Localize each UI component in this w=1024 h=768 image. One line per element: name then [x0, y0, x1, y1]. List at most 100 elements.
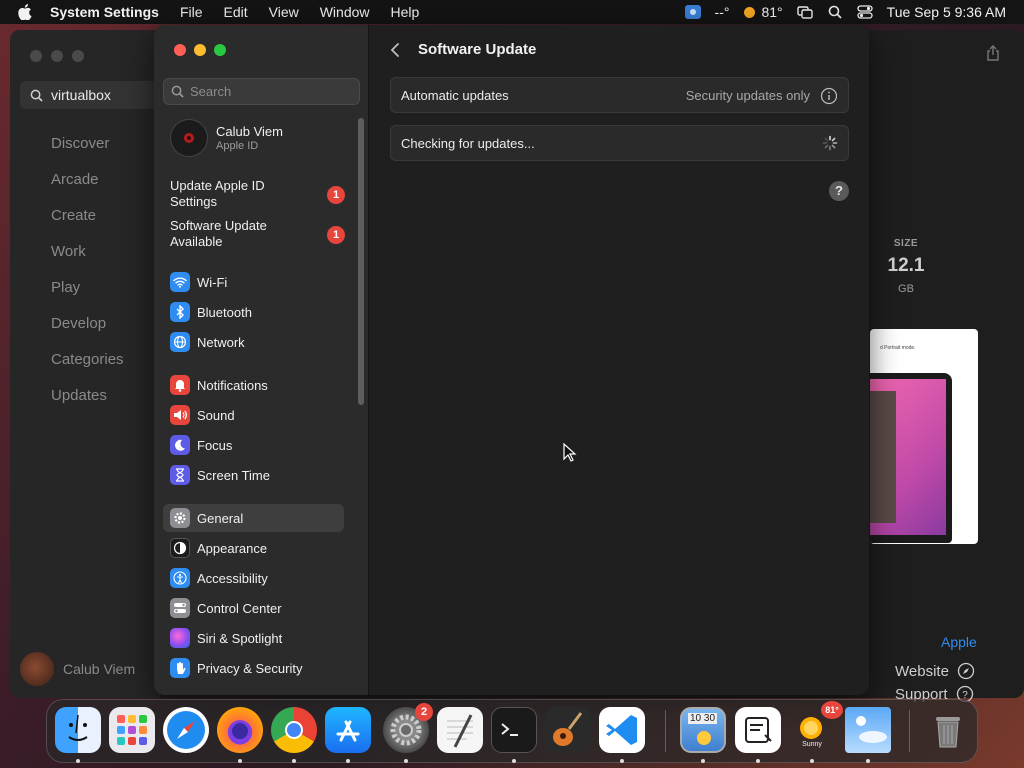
minimize-button[interactable]: [194, 44, 206, 56]
dock-trash[interactable]: [925, 707, 971, 753]
help-button[interactable]: ?: [829, 181, 849, 201]
nav-work[interactable]: Work: [51, 243, 124, 279]
app-menu[interactable]: System Settings: [50, 4, 159, 20]
automatic-updates-row: Automatic updates Security updates only: [390, 77, 849, 113]
sidebar-item-accessibility[interactable]: Accessibility: [163, 564, 344, 592]
dock-finder[interactable]: [55, 707, 101, 753]
apple-menu-icon[interactable]: [18, 4, 36, 20]
nav-arcade[interactable]: Arcade: [51, 171, 124, 207]
dock-chrome[interactable]: [271, 707, 317, 753]
sidebar-item-label: Sound: [197, 407, 235, 423]
sky-image-icon: [856, 716, 887, 743]
software-update-available-item[interactable]: Software Update Available 1: [170, 218, 345, 250]
dock-preview-image[interactable]: [845, 707, 891, 753]
share-icon[interactable]: [986, 45, 1000, 61]
sidebar-item-label: Siri & Spotlight: [197, 630, 283, 646]
sidebar-item-general[interactable]: General: [163, 504, 344, 532]
app-store-search-field[interactable]: virtualbox: [20, 81, 170, 109]
calendar-time-text: 10 30: [688, 713, 718, 724]
terminal-icon: [501, 723, 518, 736]
settings-search-field[interactable]: [163, 78, 360, 105]
nav-discover[interactable]: Discover: [51, 135, 124, 171]
sidebar-item-sound[interactable]: Sound: [163, 401, 344, 429]
clock[interactable]: Tue Sep 5 9:36 AM: [887, 4, 1006, 20]
sidebar-item-bluetooth[interactable]: Bluetooth: [163, 298, 344, 326]
facetime-window: [870, 391, 896, 523]
sidebar-item-label: Wi-Fi: [197, 274, 228, 290]
running-indicator: [238, 759, 242, 763]
temperature-status[interactable]: 81°: [743, 4, 783, 20]
search-input[interactable]: [190, 84, 350, 99]
trash-icon: [936, 717, 960, 748]
size-value: 12.1: [887, 255, 925, 276]
zoom-button[interactable]: [214, 44, 226, 56]
sidebar-item-screen-time[interactable]: Screen Time: [163, 461, 344, 489]
back-chevron-icon[interactable]: [390, 42, 400, 58]
website-link[interactable]: Website: [895, 662, 975, 680]
weather-widget-icon[interactable]: [684, 5, 701, 19]
control-center-menu-icon[interactable]: [857, 5, 873, 19]
notification-badge: 1: [327, 186, 345, 204]
view-menu[interactable]: View: [269, 4, 299, 20]
dock-firefox[interactable]: [217, 707, 263, 753]
dock-weather-window[interactable]: 10 30: [680, 707, 726, 753]
edit-menu[interactable]: Edit: [224, 4, 248, 20]
file-menu[interactable]: File: [180, 4, 203, 20]
dock: 2 10 30 Sunny 81°: [46, 699, 978, 763]
moon-icon: [170, 435, 190, 455]
sidebar-item-appearance[interactable]: Appearance: [163, 534, 344, 562]
developer-link[interactable]: Apple: [941, 634, 977, 650]
dock-safari[interactable]: [163, 707, 209, 753]
app-screenshot[interactable]: d Portrait mode.: [870, 329, 978, 544]
minimize-button[interactable]: [51, 50, 63, 62]
guitar-icon: [553, 712, 583, 746]
gear-icon: [170, 508, 190, 528]
sidebar-scrollbar[interactable]: [358, 118, 364, 405]
profile-subtitle: Apple ID: [216, 140, 259, 152]
spotlight-search-icon[interactable]: [827, 5, 843, 19]
nav-play[interactable]: Play: [51, 279, 124, 315]
sidebar-item-control-center[interactable]: Control Center: [163, 594, 344, 622]
app-store-icon: [336, 720, 360, 742]
sidebar-item-label: Privacy & Security: [197, 660, 303, 676]
sidebar-item-label: Notifications: [197, 377, 268, 393]
textedit-icon: [447, 714, 473, 748]
sidebar-item-privacy-security[interactable]: Privacy & Security: [163, 654, 344, 682]
update-apple-id-settings-item[interactable]: Update Apple ID Settings 1: [170, 178, 345, 210]
screen-mirroring-icon[interactable]: [796, 5, 813, 19]
apple-id-profile[interactable]: Calub Viem Apple ID: [170, 119, 283, 157]
dock-document[interactable]: [735, 707, 781, 753]
running-indicator: [292, 759, 296, 763]
app-store-nav: Discover Arcade Create Work Play Develop…: [51, 135, 124, 423]
dock-textedit[interactable]: [437, 707, 483, 753]
dock-terminal[interactable]: [491, 707, 537, 753]
sidebar-item-network[interactable]: Network: [163, 328, 344, 356]
zoom-button[interactable]: [72, 50, 84, 62]
dock-launchpad[interactable]: [109, 707, 155, 753]
automatic-updates-label: Automatic updates: [401, 87, 509, 103]
sidebar-item-wifi[interactable]: Wi-Fi: [163, 268, 344, 296]
close-button[interactable]: [174, 44, 186, 56]
automatic-updates-value: Security updates only: [685, 87, 810, 103]
sidebar-item-notifications[interactable]: Notifications: [163, 371, 344, 399]
nav-updates[interactable]: Updates: [51, 387, 124, 423]
settings-sidebar: Calub Viem Apple ID Update Apple ID Sett…: [154, 25, 369, 695]
weather-status[interactable]: --°: [715, 4, 730, 20]
close-button[interactable]: [30, 50, 42, 62]
app-store-account[interactable]: Calub Viem: [20, 652, 135, 686]
sidebar-item-siri-spotlight[interactable]: Siri & Spotlight: [163, 624, 344, 652]
help-menu[interactable]: Help: [391, 4, 420, 20]
search-icon: [171, 85, 184, 98]
hourglass-icon: [170, 465, 190, 485]
info-icon[interactable]: [820, 87, 838, 105]
dock-vscode[interactable]: [599, 707, 645, 753]
running-indicator: [866, 759, 870, 763]
sidebar-item-focus[interactable]: Focus: [163, 431, 344, 459]
nav-develop[interactable]: Develop: [51, 315, 124, 351]
window-menu[interactable]: Window: [320, 4, 370, 20]
bluetooth-icon: [170, 302, 190, 322]
dock-app-store[interactable]: [325, 707, 371, 753]
nav-categories[interactable]: Categories: [51, 351, 124, 387]
nav-create[interactable]: Create: [51, 207, 124, 243]
dock-garageband[interactable]: [545, 707, 591, 753]
